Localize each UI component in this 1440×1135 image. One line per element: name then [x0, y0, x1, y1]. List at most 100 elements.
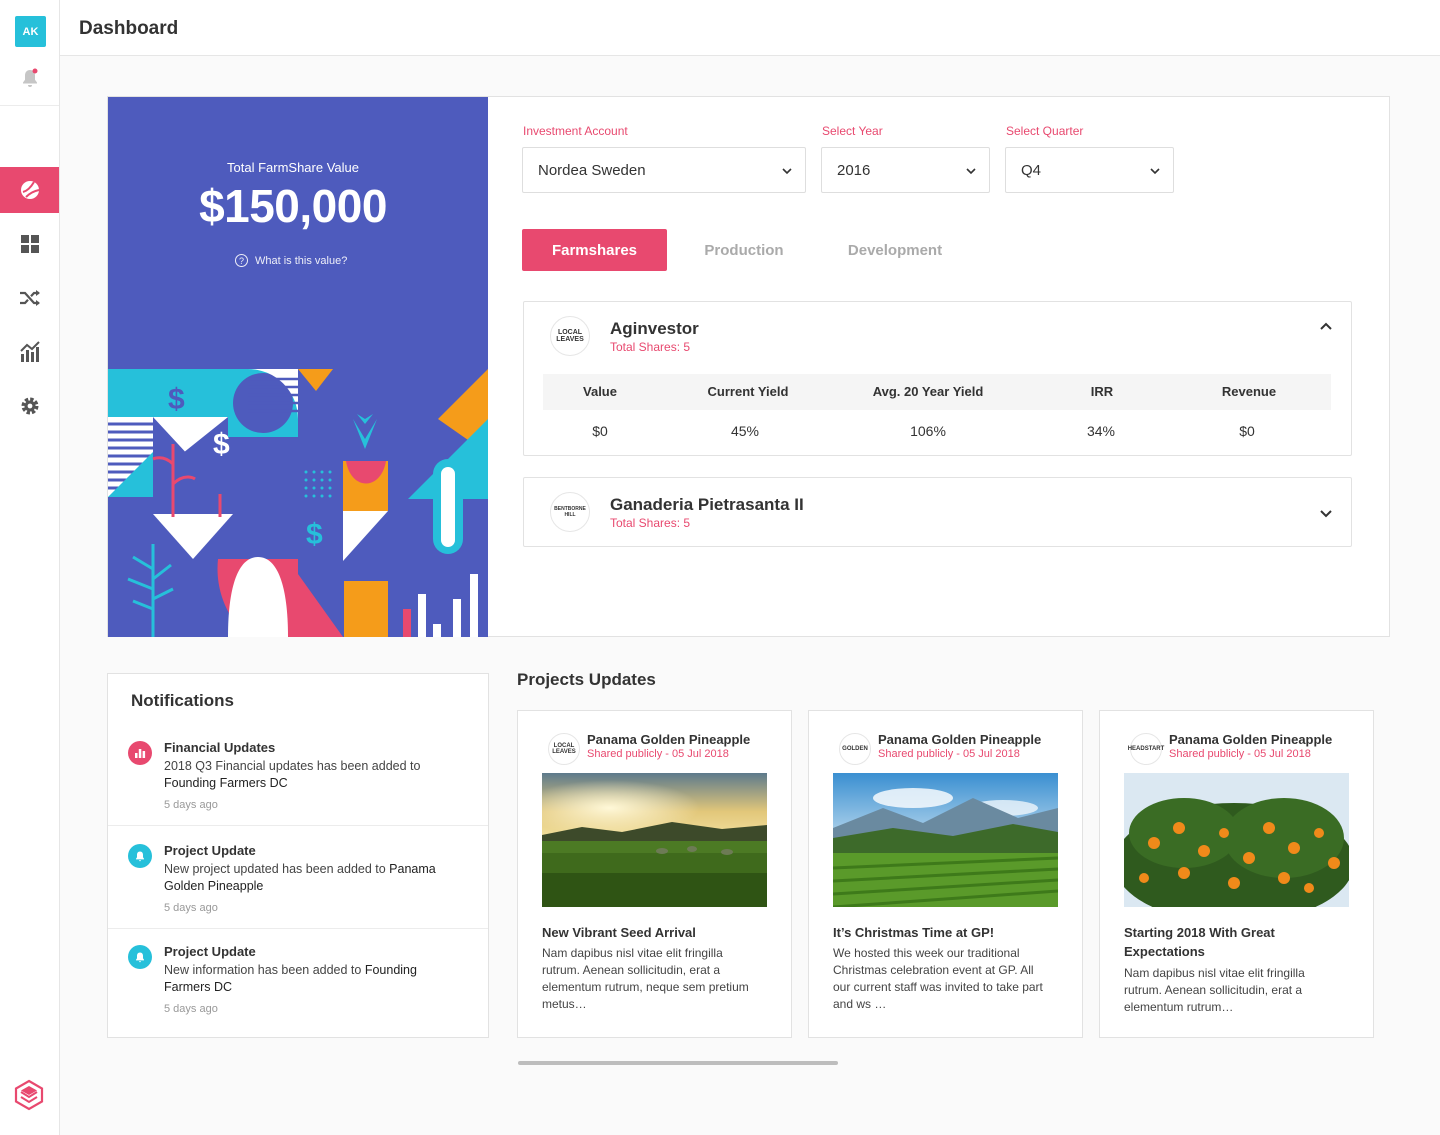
metric-value: 34%: [1086, 423, 1116, 439]
project-image-sunset-field: [542, 773, 767, 907]
project-excerpt: We hosted this week our traditional Chri…: [833, 946, 1043, 1011]
tab-development[interactable]: Development: [830, 229, 960, 271]
project-card[interactable]: LOCAL LEAVES Panama Golden Pineapple Sha…: [517, 710, 792, 1038]
projects-title: Projects Updates: [517, 670, 656, 689]
total-value-amount: $150,000: [199, 180, 387, 232]
chevron-down-icon: [782, 168, 792, 175]
project-card[interactable]: HEADSTART Panama Golden Pineapple Shared…: [1099, 710, 1374, 1038]
notification-body: 2018 Q3 Financial updates has been added…: [164, 759, 421, 790]
projects-horizontal-scrollbar[interactable]: [518, 1061, 838, 1065]
year-select-value: 2016: [837, 161, 871, 179]
project-excerpt: Nam dapibus nisl vitae elit fringilla ru…: [1124, 966, 1305, 1014]
year-label: Select Year: [822, 124, 883, 138]
metric-header: IRR: [1090, 384, 1114, 399]
metric-header: Value: [583, 384, 617, 399]
tab-farmshares[interactable]: Farmshares: [522, 229, 667, 271]
notification-time: 5 days ago: [164, 1003, 218, 1015]
total-value-label: Total FarmShare Value: [227, 160, 359, 175]
metric-value: $0: [592, 423, 608, 439]
project-card[interactable]: GOLDEN Panama Golden Pineapple Shared pu…: [808, 710, 1083, 1038]
bell-icon: [128, 945, 152, 969]
project-name: Panama Golden Pineapple: [587, 732, 751, 747]
notifications-title: Notifications: [131, 691, 234, 710]
project-logo: GOLDEN: [839, 733, 871, 765]
top-bar: Dashboard: [60, 0, 1440, 56]
total-value-panel: Total FarmShare Value $150,000 ? What is…: [108, 97, 488, 637]
svg-text:$: $: [213, 428, 230, 461]
value-help-text: What is this value?: [255, 254, 348, 267]
tab-production[interactable]: Production: [683, 229, 805, 271]
metric-value: $0: [1239, 423, 1255, 439]
sidebar: AK: [0, 0, 60, 1135]
farm-card-ganaderia[interactable]: BENTBORNE HILL Ganaderia Pietrasanta II …: [523, 477, 1352, 547]
project-image-orange-tree: [1124, 773, 1349, 907]
brand-logo-icon[interactable]: [12, 1078, 46, 1112]
value-help-link[interactable]: ? What is this value?: [235, 254, 347, 267]
metric-value: 106%: [910, 423, 946, 439]
page-title: Dashboard: [79, 18, 179, 39]
question-icon: ?: [235, 254, 248, 267]
project-headline: New Vibrant Seed Arrival: [542, 925, 696, 940]
user-avatar[interactable]: AK: [15, 16, 46, 47]
farm-total-shares: Total Shares: 5: [610, 516, 691, 530]
notifications-card: Notifications Financial Updates 2018 Q3 …: [107, 673, 489, 1038]
project-name: Panama Golden Pineapple: [878, 732, 1042, 747]
metric-header: Current Yield: [707, 384, 789, 399]
farmshares-icon: [20, 181, 39, 199]
sidebar-item-shuffle[interactable]: [0, 275, 59, 321]
metric-header: Avg. 20 Year Yield: [872, 384, 984, 399]
notification-time: 5 days ago: [164, 902, 218, 914]
bell-icon: [128, 844, 152, 868]
metric-value: 45%: [730, 423, 760, 439]
project-name: Panama Golden Pineapple: [1169, 732, 1333, 747]
svg-text:$: $: [306, 518, 323, 551]
shuffle-icon: [19, 290, 40, 306]
account-select[interactable]: Nordea Sweden: [522, 147, 806, 193]
notification-body: New project updated has been added to Pa…: [164, 862, 436, 893]
account-select-value: Nordea Sweden: [538, 161, 646, 179]
notification-bell-icon[interactable]: [19, 66, 41, 90]
chevron-down-icon: [1150, 168, 1160, 175]
notification-time: 5 days ago: [164, 799, 218, 811]
settings-gear-icon: [21, 397, 38, 415]
sidebar-item-settings[interactable]: [0, 383, 59, 429]
quarter-label: Select Quarter: [1006, 124, 1084, 138]
project-logo: LOCAL LEAVES: [548, 733, 580, 765]
farm-logo: LOCAL LEAVES: [550, 316, 590, 356]
notification-title: Project Update: [164, 944, 256, 959]
farm-card-aginvestor: LOCAL LEAVES Aginvestor Total Shares: 5 …: [523, 301, 1352, 456]
quarter-select-value: Q4: [1021, 161, 1042, 179]
year-select[interactable]: 2016: [821, 147, 990, 193]
account-label: Investment Account: [523, 124, 628, 138]
divider: [108, 825, 488, 826]
sidebar-divider: [0, 105, 59, 106]
chevron-up-icon[interactable]: [1319, 320, 1333, 334]
notification-title: Financial Updates: [164, 740, 276, 755]
svg-text:$: $: [168, 383, 185, 416]
sidebar-item-analytics[interactable]: [0, 329, 59, 375]
project-headline: Starting 2018 With Great Expectations: [1124, 925, 1275, 959]
bar-chart-icon: [128, 741, 152, 765]
divider: [108, 928, 488, 929]
project-meta: Shared publicly - 05 Jul 2018: [878, 748, 1020, 760]
project-meta: Shared publicly - 05 Jul 2018: [587, 748, 729, 760]
analytics-icon: [19, 341, 40, 362]
farm-total-shares: Total Shares: 5: [610, 340, 691, 354]
dashboard-grid-icon: [20, 235, 39, 253]
quarter-select[interactable]: Q4: [1005, 147, 1174, 193]
farm-logo: BENTBORNE HILL: [550, 492, 590, 532]
farm-illustration: $ $ $: [108, 369, 488, 637]
project-meta: Shared publicly - 05 Jul 2018: [1169, 748, 1311, 760]
project-image-mountain-farm: [833, 773, 1058, 907]
farm-name: Ganaderia Pietrasanta II: [610, 495, 804, 514]
metric-header: Revenue: [1221, 384, 1277, 399]
portfolio-card: Total FarmShare Value $150,000 ? What is…: [107, 96, 1390, 637]
chevron-down-icon[interactable]: [1319, 506, 1333, 520]
farm-name: Aginvestor: [610, 319, 699, 338]
sidebar-item-dashboard[interactable]: [0, 221, 59, 267]
project-headline: It’s Christmas Time at GP!: [833, 925, 995, 940]
chevron-down-icon: [966, 168, 976, 175]
notification-title: Project Update: [164, 843, 256, 858]
sidebar-item-farmshares[interactable]: [0, 167, 59, 213]
project-logo: HEADSTART: [1128, 733, 1164, 765]
